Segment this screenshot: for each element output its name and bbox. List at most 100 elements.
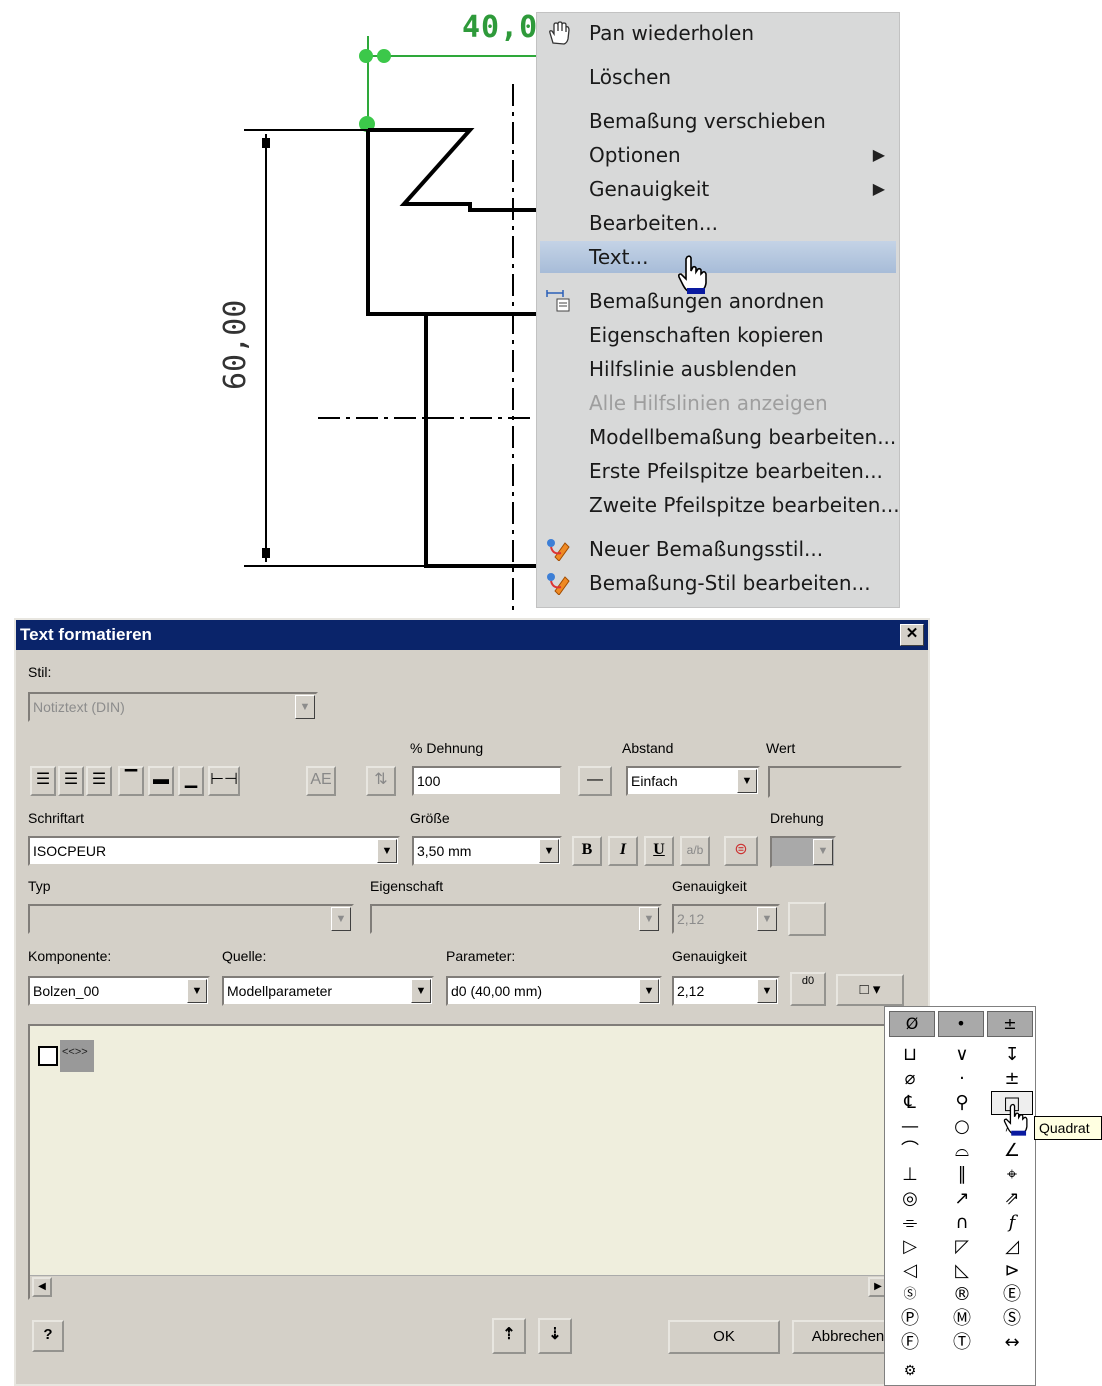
font-select[interactable]: ISOCPEUR ▼: [28, 836, 400, 866]
add-property-button: [788, 902, 826, 936]
taper-left-symbol-icon[interactable]: ◁: [889, 1259, 931, 1283]
slope-right-symbol-icon[interactable]: ▷: [889, 1235, 931, 1259]
tangent-plane-symbol-icon[interactable]: Ⓣ: [941, 1331, 983, 1355]
spacing-select[interactable]: Einfach ▼: [626, 766, 760, 796]
palette-tab-dot[interactable]: •: [938, 1011, 984, 1037]
dropdown-arrow-icon: ▼: [757, 979, 777, 1003]
text-format-dialog: Text formatieren ✕ Stil: Notiztext (DIN)…: [14, 618, 930, 1386]
line-spacing-button[interactable]: —: [578, 766, 612, 796]
valign-middle-button[interactable]: ▬: [148, 766, 174, 796]
regardless-feature-size-symbol-icon[interactable]: Ⓢ: [991, 1307, 1033, 1331]
menu-item-precision[interactable]: Genauigkeit ▶: [537, 173, 899, 205]
size-select[interactable]: 3,50 mm ▼: [412, 836, 562, 866]
insert-parameter-button[interactable]: d0: [790, 972, 826, 1006]
diameter-symbol-icon[interactable]: ⌀: [889, 1067, 931, 1091]
baseline-button[interactable]: ⊢⊣: [208, 766, 240, 796]
symbol-palette: Ø • ± ⊔ ∨ ↧ ⌀ · ± ℄ ⚲ □ — ○ ⌭ ⌒ ⌓ ∠ ⊥ ∥ …: [884, 1006, 1036, 1386]
menu-item-edit-model-dimension[interactable]: Modellbemaßung bearbeiten...: [537, 421, 899, 453]
plus-minus-symbol-icon[interactable]: ±: [991, 1067, 1033, 1091]
slope-down-symbol-icon[interactable]: ◸: [941, 1235, 983, 1259]
underline-button[interactable]: U: [644, 836, 674, 866]
perpendicularity-symbol-icon[interactable]: ⊥: [889, 1163, 931, 1187]
move-up-button[interactable]: ⇡: [492, 1318, 526, 1354]
align-left-button[interactable]: ☰: [30, 766, 56, 796]
conical-taper-symbol-icon[interactable]: ⊳: [991, 1259, 1033, 1283]
parallelism-symbol-icon[interactable]: ∥: [941, 1163, 983, 1187]
menu-item-options[interactable]: Optionen ▶: [537, 139, 899, 171]
menu-item-pan-repeat[interactable]: Pan wiederholen: [537, 17, 899, 49]
italic-button[interactable]: I: [608, 836, 638, 866]
bold-button[interactable]: B: [572, 836, 602, 866]
circularity-symbol-icon[interactable]: ○: [941, 1115, 983, 1139]
search-symbol-icon[interactable]: ⚲: [941, 1091, 983, 1115]
style-label: Stil:: [28, 664, 52, 680]
parameter-select[interactable]: d0 (40,00 mm) ▼: [446, 976, 662, 1006]
counterbore-symbol-icon[interactable]: ⊔: [889, 1043, 931, 1067]
ok-button[interactable]: OK: [668, 1320, 780, 1354]
move-down-button[interactable]: ⇣: [538, 1318, 572, 1354]
menu-item-text[interactable]: Text...: [540, 241, 896, 273]
symbol-dropdown-button[interactable]: □ ▾: [836, 974, 904, 1006]
menu-item-copy-properties[interactable]: Eigenschaften kopieren: [537, 319, 899, 351]
rotation-select: ▼: [770, 836, 836, 868]
menu-item-delete[interactable]: Löschen: [537, 61, 899, 93]
palette-tab-diameter[interactable]: Ø: [889, 1011, 935, 1037]
max-material-symbol-icon[interactable]: Ⓜ: [941, 1307, 983, 1331]
slope-left-symbol-icon[interactable]: ◿: [991, 1235, 1033, 1259]
stretch-input[interactable]: 100: [412, 766, 562, 796]
menu-item-move-dimension[interactable]: Bemaßung verschieben: [537, 105, 899, 137]
between-symbol-icon[interactable]: ↔: [991, 1331, 1033, 1355]
valign-bottom-button[interactable]: ▁: [178, 766, 204, 796]
menu-item-new-dimension-style[interactable]: Neuer Bemaßungsstil...: [537, 533, 899, 565]
palette-tab-plusminus[interactable]: ±: [987, 1011, 1033, 1037]
position-symbol-icon[interactable]: ⌖: [991, 1163, 1033, 1187]
source-select-value: Modellparameter: [227, 983, 333, 999]
strikethrough-button[interactable]: ⊜: [724, 836, 758, 866]
dot-symbol-icon[interactable]: ·: [941, 1067, 983, 1091]
menu-item-hide-extension-line[interactable]: Hilfslinie ausblenden: [537, 353, 899, 385]
more-symbols-icon[interactable]: ⚙: [889, 1359, 931, 1383]
menu-item-label: Löschen: [589, 65, 672, 89]
circular-runout-symbol-icon[interactable]: ↗: [941, 1187, 983, 1211]
type-select: ▼: [28, 904, 354, 934]
menu-item-edit[interactable]: Bearbeiten...: [537, 207, 899, 239]
menu-item-label: Optionen: [589, 143, 681, 167]
angularity-symbol-icon[interactable]: ∠: [991, 1139, 1033, 1163]
text-edit-area[interactable]: <<>> ◀ ▶: [28, 1024, 892, 1300]
profile-surface-symbol-icon[interactable]: ⌓: [941, 1139, 983, 1163]
menu-item-edit-dimension-style[interactable]: Bemaßung-Stil bearbeiten...: [537, 567, 899, 599]
depth-symbol-icon[interactable]: ↧: [991, 1043, 1033, 1067]
concentricity-symbol-icon[interactable]: ◎: [889, 1187, 931, 1211]
component-select[interactable]: Bolzen_00 ▼: [28, 976, 210, 1006]
free-state-circle-symbol-icon[interactable]: Ⓕ: [889, 1331, 931, 1355]
countersink-symbol-icon[interactable]: ∨: [941, 1043, 983, 1067]
help-button[interactable]: ?: [32, 1320, 64, 1352]
straightness-symbol-icon[interactable]: —: [889, 1115, 931, 1139]
dropdown-arrow-icon: ▼: [639, 979, 659, 1003]
horizontal-scrollbar[interactable]: ◀ ▶: [30, 1275, 890, 1298]
menu-item-arrange-dimensions[interactable]: Bemaßungen anordnen: [537, 285, 899, 317]
total-runout-symbol-icon[interactable]: ⇗: [991, 1187, 1033, 1211]
valign-top-button[interactable]: ▔: [118, 766, 144, 796]
menu-item-edit-second-arrowhead[interactable]: Zweite Pfeilspitze bearbeiten...: [537, 489, 900, 521]
precision-select-2[interactable]: 2,12 ▼: [672, 976, 780, 1006]
envelope-symbol-icon[interactable]: Ⓔ: [991, 1283, 1033, 1307]
statistical-symbol-icon[interactable]: Ⓢ: [889, 1283, 931, 1307]
menu-item-label: Modellbemaßung bearbeiten...: [589, 425, 897, 449]
close-button[interactable]: ✕: [900, 624, 924, 646]
align-center-button[interactable]: ☰: [58, 766, 84, 796]
centerline-symbol-icon[interactable]: ℄: [889, 1091, 931, 1115]
projected-tolerance-symbol-icon[interactable]: Ⓟ: [889, 1307, 931, 1331]
rotation-label: Drehung: [770, 810, 824, 826]
arc-length-symbol-icon[interactable]: ∩: [941, 1211, 983, 1235]
arc-symbol-icon[interactable]: ⌒: [889, 1139, 931, 1163]
source-select[interactable]: Modellparameter ▼: [222, 976, 434, 1006]
menu-item-edit-first-arrowhead[interactable]: Erste Pfeilspitze bearbeiten...: [537, 455, 899, 487]
align-right-button[interactable]: ☰: [86, 766, 112, 796]
submenu-arrow-icon: ▶: [872, 145, 885, 164]
free-state-symbol-icon[interactable]: f: [991, 1211, 1033, 1235]
scroll-left-arrow-icon[interactable]: ◀: [32, 1277, 52, 1297]
taper-symbol-icon[interactable]: ◺: [941, 1259, 983, 1283]
registered-symbol-icon[interactable]: ®: [941, 1283, 983, 1307]
symmetry-symbol-icon[interactable]: ⌯: [889, 1211, 931, 1235]
